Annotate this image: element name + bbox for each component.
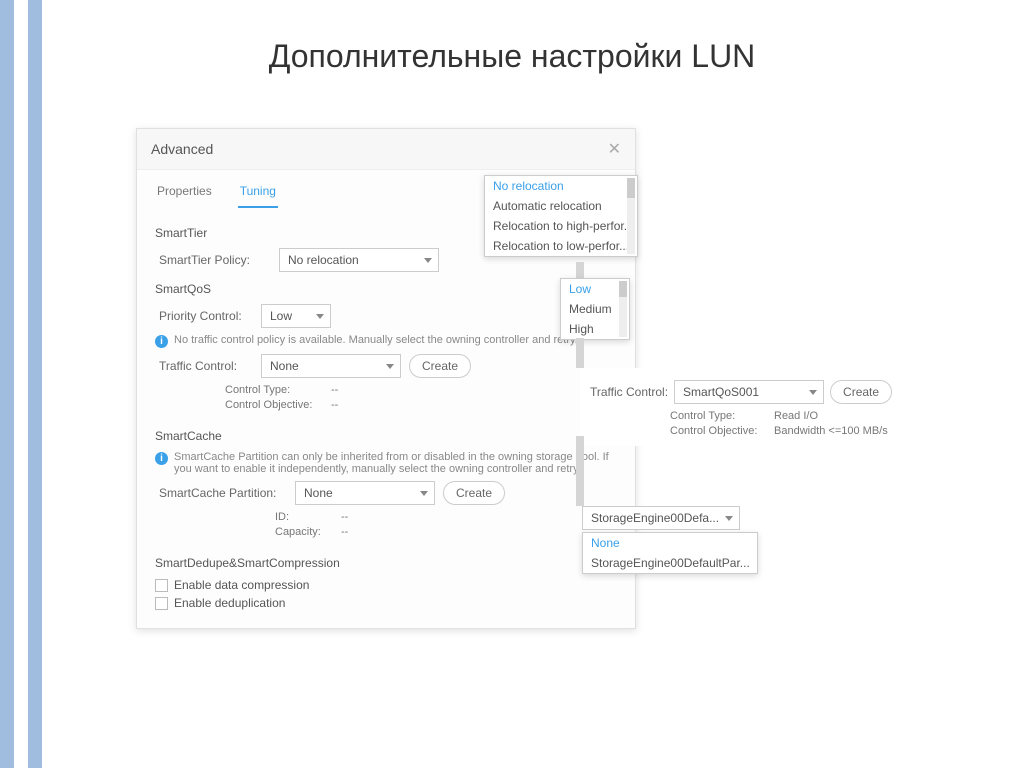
traffic-create-button[interactable]: Create	[409, 354, 471, 378]
scrollbar-thumb[interactable]	[627, 178, 635, 198]
compression-label: Enable data compression	[174, 578, 309, 592]
qos-info-note: i No traffic control policy is available…	[155, 334, 617, 348]
control-type-value: --	[331, 384, 338, 396]
tab-tuning[interactable]: Tuning	[238, 180, 278, 208]
close-icon[interactable]: ✕	[608, 139, 621, 159]
cache-alt-block: StorageEngine00Defa...	[582, 506, 740, 530]
relocation-dropdown[interactable]: No relocation Automatic relocation Reloc…	[484, 175, 638, 257]
option-none[interactable]: None	[583, 533, 757, 553]
chevron-down-icon	[316, 314, 324, 319]
smarttier-policy-label: SmartTier Policy:	[159, 253, 271, 267]
deduplication-label: Enable deduplication	[174, 596, 285, 610]
option-no-relocation[interactable]: No relocation	[485, 176, 637, 196]
control-objective-value: --	[331, 399, 338, 411]
cache-id-label: ID:	[275, 511, 335, 523]
cache-partition-select[interactable]: None	[295, 481, 435, 505]
traffic-control-value: None	[270, 359, 299, 373]
traffic2-label: Traffic Control:	[590, 385, 668, 399]
deduplication-checkbox[interactable]	[155, 597, 168, 610]
cache-info-text: SmartCache Partition can only be inherit…	[174, 451, 617, 475]
option-high-relocation[interactable]: Relocation to high-perfor...	[485, 216, 637, 236]
traffic2-type-label: Control Type:	[670, 410, 770, 422]
cache-alt-value: StorageEngine00Defa...	[591, 511, 719, 525]
cache-id-value: --	[341, 511, 348, 523]
section-dedupe: SmartDedupe&SmartCompression	[155, 556, 617, 570]
info-icon: i	[155, 335, 168, 348]
traffic2-type-value: Read I/O	[774, 410, 818, 422]
chevron-down-icon	[725, 516, 733, 521]
cache-partition-label: SmartCache Partition:	[159, 486, 287, 500]
chevron-down-icon	[424, 258, 432, 263]
priority-control-value: Low	[270, 309, 292, 323]
decorative-stripes	[0, 0, 60, 768]
decorative-bar	[576, 436, 584, 506]
priority-control-select[interactable]: Low	[261, 304, 331, 328]
traffic2-create-button[interactable]: Create	[830, 380, 892, 404]
decorative-bar	[576, 338, 584, 368]
cache-capacity-label: Capacity:	[275, 526, 335, 538]
smarttier-policy-select[interactable]: No relocation	[279, 248, 439, 272]
dialog-title: Advanced	[151, 141, 213, 157]
traffic-control-select[interactable]: None	[261, 354, 401, 378]
cache-dropdown[interactable]: None StorageEngine00DefaultPar...	[582, 532, 758, 574]
traffic2-obj-value: Bandwidth <=100 MB/s	[774, 425, 888, 437]
option-low-relocation[interactable]: Relocation to low-perfor...	[485, 236, 637, 256]
dialog-header: Advanced ✕	[137, 129, 635, 170]
option-default-partition[interactable]: StorageEngine00DefaultPar...	[583, 553, 757, 573]
cache-partition-value: None	[304, 486, 333, 500]
section-smartcache: SmartCache	[155, 429, 617, 443]
scrollbar-thumb[interactable]	[619, 281, 627, 297]
cache-create-button[interactable]: Create	[443, 481, 505, 505]
traffic2-obj-label: Control Objective:	[670, 425, 770, 437]
compression-checkbox[interactable]	[155, 579, 168, 592]
cache-info-note: i SmartCache Partition can only be inher…	[155, 451, 617, 475]
cache-alt-select[interactable]: StorageEngine00Defa...	[582, 506, 740, 530]
chevron-down-icon	[420, 491, 428, 496]
info-icon: i	[155, 452, 168, 465]
option-auto-relocation[interactable]: Automatic relocation	[485, 196, 637, 216]
page-title: Дополнительные настройки LUN	[0, 38, 1024, 75]
smarttier-policy-value: No relocation	[288, 253, 359, 267]
traffic2-select[interactable]: SmartQoS001	[674, 380, 824, 404]
traffic2-value: SmartQoS001	[683, 385, 759, 399]
traffic-control-label: Traffic Control:	[159, 359, 253, 373]
chevron-down-icon	[386, 364, 394, 369]
control-type-label: Control Type:	[225, 384, 325, 396]
priority-dropdown[interactable]: Low Medium High	[560, 278, 630, 340]
chevron-down-icon	[809, 390, 817, 395]
control-objective-label: Control Objective:	[225, 399, 325, 411]
priority-control-label: Priority Control:	[159, 309, 253, 323]
traffic-control-alt-block: Traffic Control: SmartQoS001 Create Cont…	[580, 368, 915, 446]
tab-properties[interactable]: Properties	[155, 180, 214, 208]
cache-capacity-value: --	[341, 526, 348, 538]
qos-info-text: No traffic control policy is available. …	[174, 334, 578, 348]
section-smartqos: SmartQoS	[155, 282, 617, 296]
